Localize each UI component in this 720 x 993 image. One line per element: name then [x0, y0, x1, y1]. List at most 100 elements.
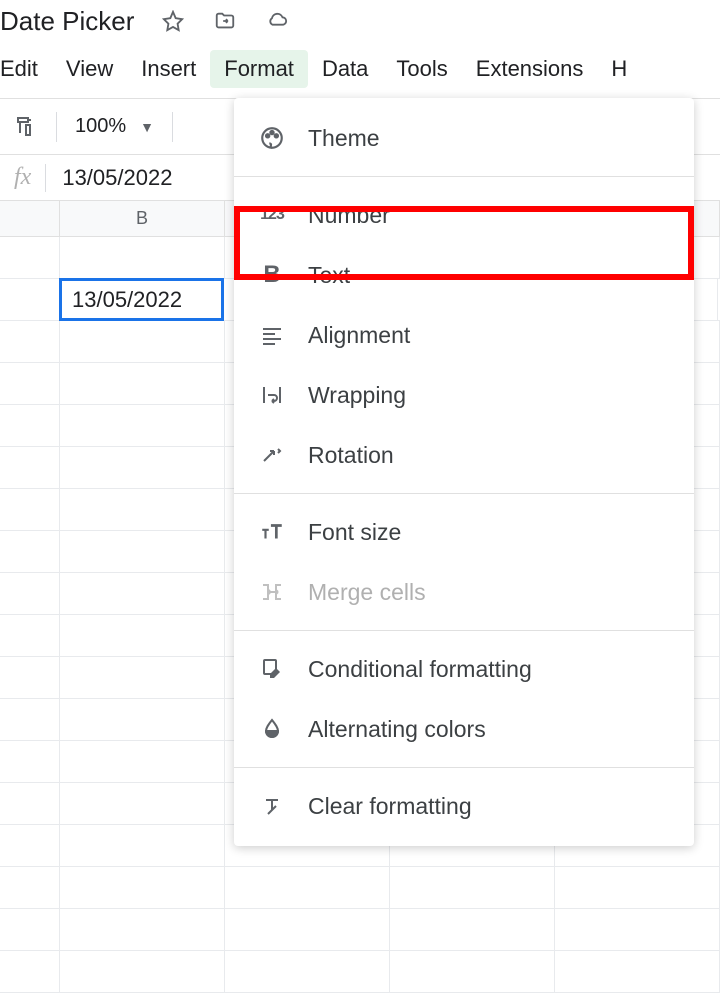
row-header-10[interactable] — [0, 615, 60, 656]
formula-value[interactable]: 13/05/2022 — [62, 165, 172, 191]
menu-insert[interactable]: Insert — [127, 50, 210, 88]
menu-fontsize-label: Font size — [308, 519, 401, 546]
row-header-1[interactable] — [0, 237, 60, 278]
cell[interactable] — [390, 909, 555, 950]
cell[interactable] — [60, 405, 225, 446]
menu-view[interactable]: View — [52, 50, 127, 88]
row-header-14[interactable] — [0, 783, 60, 824]
fx-label: fx — [0, 164, 45, 191]
rotation-icon — [258, 441, 286, 469]
palette-icon — [258, 124, 286, 152]
row-header-8[interactable] — [0, 531, 60, 572]
menu-tools[interactable]: Tools — [382, 50, 461, 88]
merge-icon — [258, 578, 286, 606]
menu-extensions[interactable]: Extensions — [462, 50, 598, 88]
zoom-selector[interactable]: 100% ▼ — [75, 115, 154, 138]
select-all-corner[interactable] — [0, 201, 60, 236]
menu-wrapping[interactable]: Wrapping — [234, 365, 694, 425]
cell[interactable] — [60, 447, 225, 488]
menu-help[interactable]: H — [597, 50, 641, 88]
conditional-icon — [258, 655, 286, 683]
cell[interactable] — [225, 909, 390, 950]
cell[interactable] — [555, 867, 720, 908]
cell-b2[interactable]: 13/05/2022 — [59, 278, 224, 321]
title-bar: Date Picker — [0, 0, 720, 42]
menu-theme[interactable]: Theme — [234, 108, 694, 168]
cloud-icon[interactable] — [266, 10, 288, 32]
row-18 — [0, 951, 720, 993]
dropdown-divider — [234, 176, 694, 177]
row-17 — [0, 909, 720, 951]
row-header-9[interactable] — [0, 573, 60, 614]
cell[interactable] — [60, 909, 225, 950]
row-header-4[interactable] — [0, 363, 60, 404]
row-header-16[interactable] — [0, 867, 60, 908]
star-icon[interactable] — [162, 10, 184, 32]
cell[interactable] — [390, 867, 555, 908]
dropdown-divider-4 — [234, 767, 694, 768]
cell[interactable] — [225, 951, 390, 992]
cell[interactable] — [60, 825, 225, 866]
chevron-down-icon: ▼ — [140, 119, 154, 135]
row-header-12[interactable] — [0, 699, 60, 740]
number-icon: 123 — [258, 201, 286, 229]
menu-clear[interactable]: Clear formatting — [234, 776, 694, 836]
row-header-3[interactable] — [0, 321, 60, 362]
cell[interactable] — [60, 657, 225, 698]
document-title[interactable]: Date Picker — [0, 6, 134, 37]
cell[interactable] — [60, 951, 225, 992]
menu-alignment[interactable]: Alignment — [234, 305, 694, 365]
menu-mergecells: Merge cells — [234, 562, 694, 622]
cell[interactable] — [60, 615, 225, 656]
menu-conditional[interactable]: Conditional formatting — [234, 639, 694, 699]
toolbar-divider — [56, 112, 57, 142]
clear-format-icon — [258, 792, 286, 820]
cell[interactable] — [60, 363, 225, 404]
menu-text-label: Text — [308, 262, 350, 289]
menu-number[interactable]: 123 Number — [234, 185, 694, 245]
row-header-18[interactable] — [0, 951, 60, 992]
column-header-b[interactable]: B — [60, 201, 225, 236]
menu-text[interactable]: B Text — [234, 245, 694, 305]
menu-alternating[interactable]: Alternating colors — [234, 699, 694, 759]
menu-data[interactable]: Data — [308, 50, 382, 88]
drop-icon — [258, 715, 286, 743]
menu-format[interactable]: Format — [210, 50, 308, 88]
move-folder-icon[interactable] — [214, 10, 236, 32]
menu-number-label: Number — [308, 202, 390, 229]
menu-rotation[interactable]: Rotation — [234, 425, 694, 485]
menu-alternating-label: Alternating colors — [308, 716, 486, 743]
cell[interactable] — [60, 531, 225, 572]
row-header-6[interactable] — [0, 447, 60, 488]
menu-alignment-label: Alignment — [308, 322, 410, 349]
row-header-5[interactable] — [0, 405, 60, 446]
cell[interactable] — [60, 321, 225, 362]
cell[interactable] — [60, 573, 225, 614]
row-header-17[interactable] — [0, 909, 60, 950]
row-header-15[interactable] — [0, 825, 60, 866]
cell[interactable] — [555, 909, 720, 950]
menu-fontsize[interactable]: Font size — [234, 502, 694, 562]
format-dropdown-menu: Theme 123 Number B Text Alignment Wrappi… — [234, 98, 694, 846]
formula-divider — [45, 164, 46, 192]
cell[interactable] — [60, 489, 225, 530]
row-header-13[interactable] — [0, 741, 60, 782]
menu-edit[interactable]: Edit — [0, 50, 52, 88]
cell[interactable] — [555, 951, 720, 992]
row-header-11[interactable] — [0, 657, 60, 698]
menu-theme-label: Theme — [308, 125, 380, 152]
cell[interactable] — [225, 867, 390, 908]
toolbar-divider-2 — [172, 112, 173, 142]
paint-format-icon[interactable] — [10, 113, 38, 141]
cell[interactable] — [390, 951, 555, 992]
row-header-2[interactable] — [0, 279, 60, 320]
cell[interactable] — [60, 783, 225, 824]
cell[interactable] — [60, 741, 225, 782]
cell[interactable] — [60, 699, 225, 740]
row-header-7[interactable] — [0, 489, 60, 530]
cell-b1[interactable] — [60, 237, 225, 278]
zoom-value: 100% — [75, 115, 126, 138]
cell[interactable] — [60, 867, 225, 908]
bold-icon: B — [258, 261, 286, 289]
menu-rotation-label: Rotation — [308, 442, 394, 469]
